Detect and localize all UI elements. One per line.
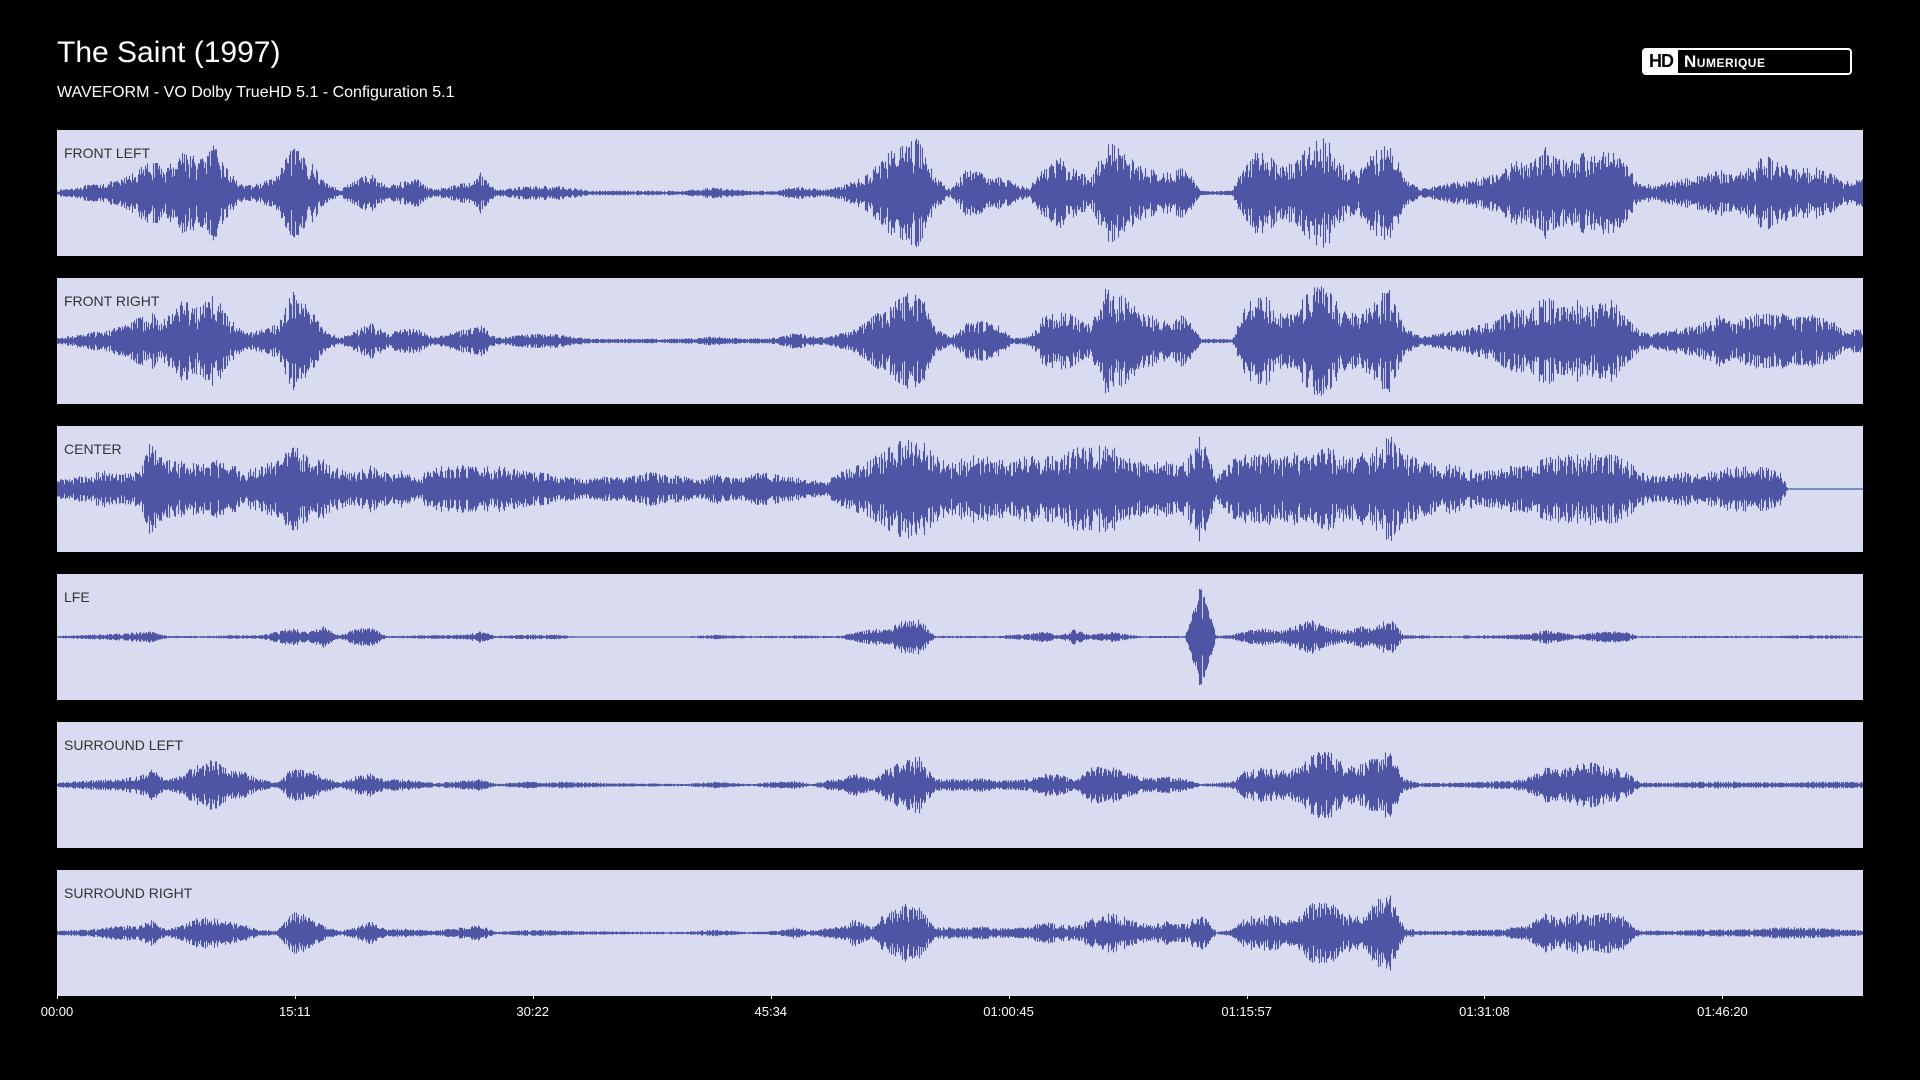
waveform-front-left [57, 138, 1863, 248]
waveform-center [57, 436, 1863, 542]
channel-label: CENTER [64, 441, 122, 457]
waveform-trace [57, 895, 1863, 971]
channel-panel-front-left: FRONT LEFT [57, 130, 1863, 256]
channel-panel-front-right: FRONT RIGHT [57, 278, 1863, 404]
waveform-surround-left [57, 751, 1863, 819]
x-tick-mark [294, 993, 296, 999]
x-tick-label: 01:46:20 [1697, 1004, 1748, 1019]
logo-brand-text: Numerique [1684, 51, 1766, 71]
x-tick-mark [1484, 993, 1486, 999]
channel-label: SURROUND RIGHT [64, 885, 193, 901]
channel-label: SURROUND LEFT [64, 737, 184, 753]
x-tick-mark [57, 993, 58, 999]
x-tick-label: 00:00 [40, 1004, 74, 1019]
waveform-trace [57, 751, 1863, 819]
channel-panel-surround-right: SURROUND RIGHT [57, 870, 1863, 996]
channel-panel-surround-left: SURROUND LEFT [57, 722, 1863, 848]
waveform-trace [57, 436, 1863, 542]
x-tick-label: 45:34 [754, 1004, 788, 1019]
x-tick-mark [1008, 993, 1010, 999]
x-tick-mark [770, 993, 772, 999]
channel-panel-center: CENTER [57, 426, 1863, 552]
waveform-lfe [57, 588, 1863, 686]
channel-label: FRONT RIGHT [64, 293, 160, 309]
x-tick-mark [1722, 993, 1724, 999]
logo-hd-text: HD [1644, 50, 1678, 73]
x-tick-label: 01:31:08 [1459, 1004, 1510, 1019]
x-tick-mark [532, 993, 534, 999]
channel-label: LFE [64, 589, 90, 605]
x-tick-label: 01:15:57 [1221, 1004, 1272, 1019]
waveform-surround-right [57, 895, 1863, 971]
x-tick-label: 30:22 [516, 1004, 549, 1019]
x-tick-mark [1246, 993, 1248, 999]
channel-label: FRONT LEFT [64, 145, 151, 161]
x-tick-label: 15:11 [278, 1004, 311, 1019]
waveform-trace [57, 138, 1863, 248]
waveform-trace [57, 588, 1863, 686]
page-title: The Saint (1997) [57, 36, 281, 69]
x-tick-label: 01:00:45 [983, 1004, 1034, 1019]
hd-numerique-logo: HD Numerique [1642, 48, 1852, 75]
waveform-front-right [57, 286, 1863, 396]
page-subtitle: WAVEFORM - VO Dolby TrueHD 5.1 - Configu… [57, 84, 455, 101]
waveform-trace [57, 286, 1863, 396]
waveform-report: The Saint (1997) WAVEFORM - VO Dolby Tru… [0, 0, 1920, 1080]
channel-panel-lfe: LFE [57, 574, 1863, 700]
